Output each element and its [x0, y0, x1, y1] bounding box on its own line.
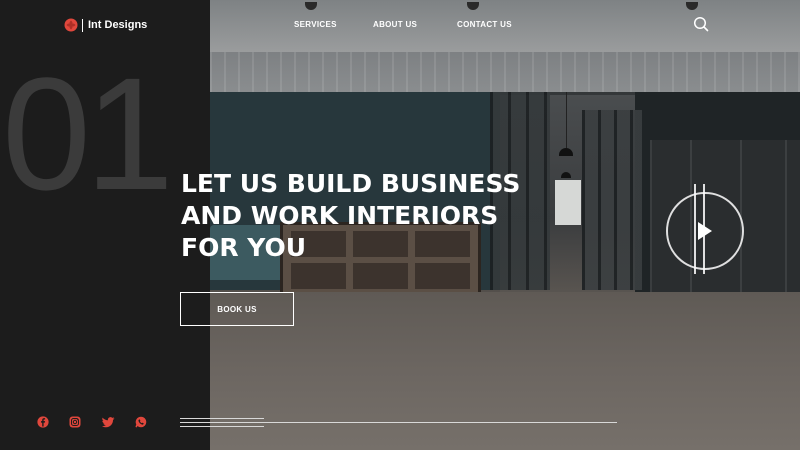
hero-title-line: AND WORK INTERIORS — [181, 201, 499, 230]
scene-pendant-cord — [566, 92, 567, 148]
scene-glass-partition — [582, 110, 642, 290]
play-video-button[interactable] — [666, 192, 744, 270]
hero-title-line: LET US BUILD BUSINESS — [181, 169, 521, 198]
scene-pendant-lamp — [559, 148, 573, 156]
scene-cabinet-seam — [785, 140, 787, 300]
nav-link-contact-us[interactable]: CONTACT US — [457, 20, 512, 29]
left-panel: 01 — [0, 0, 210, 450]
twitter-icon[interactable] — [102, 416, 115, 428]
nav-link-services[interactable]: SERVICES — [294, 20, 337, 29]
slide-number: 01 — [2, 44, 174, 223]
slider-indicator-line — [180, 418, 264, 419]
search-icon[interactable] — [693, 16, 709, 32]
scene-floor — [210, 292, 800, 450]
scene-pendant-lamp — [561, 172, 571, 178]
scene-corridor-end — [555, 180, 581, 225]
scene-shelf-cell — [291, 263, 346, 289]
brand-logo[interactable]: Int Designs — [64, 18, 147, 32]
scene-shelf-cell — [415, 263, 470, 289]
scene-shelf-cell — [353, 263, 408, 289]
flower-logo-icon — [64, 18, 78, 32]
slider-indicator-line — [180, 426, 264, 427]
logo-divider — [82, 18, 83, 32]
slider-track-line — [180, 422, 617, 423]
book-us-button[interactable]: BOOK US — [180, 292, 294, 326]
hero-title: LET US BUILD BUSINESS AND WORK INTERIORS… — [181, 168, 521, 264]
play-icon — [698, 222, 712, 240]
landing-page: 01 Int Designs SERVICES ABOUT US CONTACT… — [0, 0, 800, 450]
whatsapp-icon[interactable] — [135, 416, 147, 428]
hero-title-line: FOR YOU — [181, 233, 307, 262]
brand-name: Int Designs — [88, 19, 148, 31]
facebook-icon[interactable] — [37, 416, 49, 428]
nav-link-about-us[interactable]: ABOUT US — [373, 20, 417, 29]
instagram-icon[interactable] — [69, 416, 81, 428]
